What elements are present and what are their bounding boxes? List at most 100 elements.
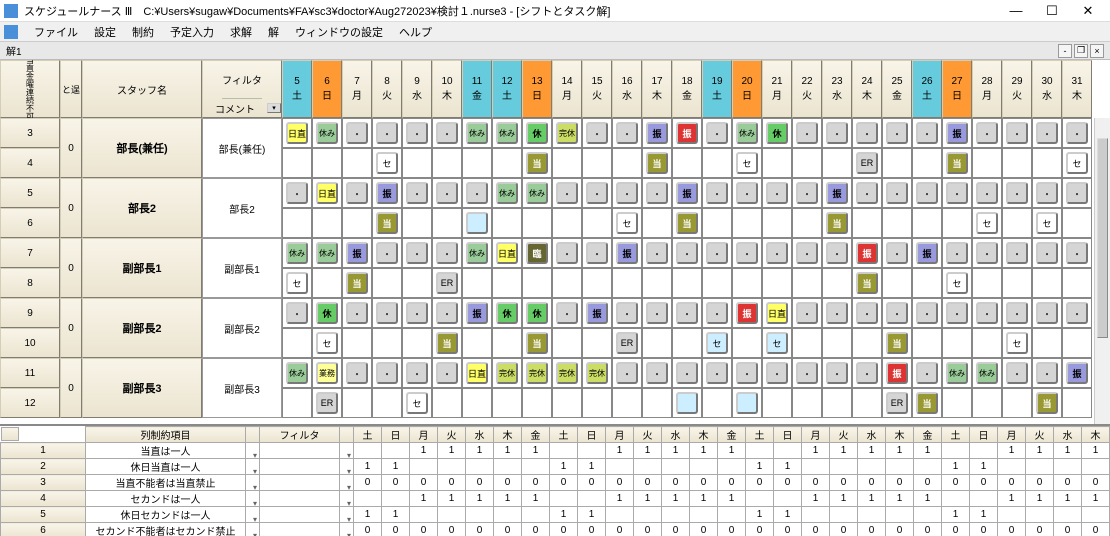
shift-0-0-12[interactable]: 振 (642, 118, 672, 148)
shift-0-0-11[interactable] (612, 118, 642, 148)
shift-4-1-26[interactable] (1062, 388, 1092, 418)
shift-0-1-11[interactable] (612, 148, 642, 178)
shift-1-0-1[interactable]: 日直 (312, 178, 342, 208)
shift-3-1-10[interactable] (582, 328, 612, 358)
constraint-2[interactable]: 休日当直は一人 (86, 459, 246, 475)
shift-2-0-13[interactable] (672, 238, 702, 268)
shift-4-1-16[interactable] (762, 388, 792, 418)
shift-1-1-8[interactable] (522, 208, 552, 238)
shift-2-0-18[interactable] (822, 238, 852, 268)
shift-2-1-21[interactable] (912, 268, 942, 298)
staff-filter-2[interactable]: 副部長1 (202, 238, 282, 298)
shift-2-1-25[interactable] (1032, 268, 1062, 298)
shift-2-0-19[interactable]: 振 (852, 238, 882, 268)
shift-2-0-4[interactable] (402, 238, 432, 268)
shift-3-0-13[interactable] (672, 298, 702, 328)
shift-4-1-11[interactable] (612, 388, 642, 418)
shift-0-1-14[interactable] (702, 148, 732, 178)
shift-2-1-24[interactable] (1002, 268, 1032, 298)
shift-1-1-9[interactable] (552, 208, 582, 238)
shift-4-0-20[interactable]: 振 (882, 358, 912, 388)
shift-4-1-13[interactable] (672, 388, 702, 418)
shift-1-1-1[interactable] (312, 208, 342, 238)
shift-1-1-25[interactable]: セ (1032, 208, 1062, 238)
shift-0-0-15[interactable]: 休み (732, 118, 762, 148)
shift-2-1-9[interactable] (552, 268, 582, 298)
shift-0-1-16[interactable] (762, 148, 792, 178)
shift-0-1-7[interactable] (492, 148, 522, 178)
day-header-7[interactable]: 7月 (342, 60, 372, 118)
shift-0-0-22[interactable]: 振 (942, 118, 972, 148)
shift-4-1-7[interactable] (492, 388, 522, 418)
shift-1-0-16[interactable] (762, 178, 792, 208)
shift-2-0-26[interactable] (1062, 238, 1092, 268)
menu-解[interactable]: 解 (260, 24, 287, 40)
shift-0-0-4[interactable] (402, 118, 432, 148)
shift-0-0-14[interactable] (702, 118, 732, 148)
shift-3-1-2[interactable] (342, 328, 372, 358)
day-header-5[interactable]: 5土 (282, 60, 312, 118)
shift-0-1-18[interactable] (822, 148, 852, 178)
shift-0-1-12[interactable]: 当 (642, 148, 672, 178)
shift-1-1-15[interactable] (732, 208, 762, 238)
shift-2-0-6[interactable]: 休み (462, 238, 492, 268)
shift-2-1-0[interactable]: セ (282, 268, 312, 298)
shift-2-0-22[interactable] (942, 238, 972, 268)
shift-0-1-6[interactable] (462, 148, 492, 178)
shift-0-0-1[interactable]: 休み (312, 118, 342, 148)
shift-0-1-19[interactable]: ER (852, 148, 882, 178)
shift-1-0-9[interactable] (552, 178, 582, 208)
shift-4-0-8[interactable]: 完休 (522, 358, 552, 388)
shift-2-1-8[interactable] (522, 268, 552, 298)
shift-3-1-17[interactable] (792, 328, 822, 358)
shift-0-0-26[interactable] (1062, 118, 1092, 148)
shift-4-1-25[interactable]: 当 (1032, 388, 1062, 418)
shift-4-1-9[interactable] (552, 388, 582, 418)
shift-0-1-8[interactable]: 当 (522, 148, 552, 178)
shift-4-1-23[interactable] (972, 388, 1002, 418)
shift-2-0-24[interactable] (1002, 238, 1032, 268)
shift-1-1-18[interactable]: 当 (822, 208, 852, 238)
staff-name-2[interactable]: 副部長1 (82, 238, 202, 298)
day-header-19[interactable]: 19土 (702, 60, 732, 118)
day-header-22[interactable]: 22火 (792, 60, 822, 118)
shift-2-1-23[interactable] (972, 268, 1002, 298)
shift-3-0-14[interactable] (702, 298, 732, 328)
shift-3-0-26[interactable] (1062, 298, 1092, 328)
shift-3-0-7[interactable]: 休 (492, 298, 522, 328)
day-header-17[interactable]: 17木 (642, 60, 672, 118)
shift-2-1-11[interactable] (612, 268, 642, 298)
shift-0-0-0[interactable]: 日直 (282, 118, 312, 148)
day-header-15[interactable]: 15火 (582, 60, 612, 118)
shift-4-1-5[interactable] (432, 388, 462, 418)
shift-2-0-15[interactable] (732, 238, 762, 268)
shift-0-1-15[interactable]: セ (732, 148, 762, 178)
shift-0-0-21[interactable] (912, 118, 942, 148)
shift-4-1-2[interactable] (342, 388, 372, 418)
shift-4-0-9[interactable]: 完休 (552, 358, 582, 388)
shift-1-1-19[interactable] (852, 208, 882, 238)
shift-0-1-24[interactable] (1002, 148, 1032, 178)
shift-3-1-15[interactable] (732, 328, 762, 358)
shift-0-1-26[interactable]: セ (1062, 148, 1092, 178)
day-header-31[interactable]: 31木 (1062, 60, 1092, 118)
day-header-20[interactable]: 20日 (732, 60, 762, 118)
shift-2-1-3[interactable] (372, 268, 402, 298)
shift-3-0-6[interactable]: 振 (462, 298, 492, 328)
shift-1-0-13[interactable]: 振 (672, 178, 702, 208)
shift-3-1-16[interactable]: セ (762, 328, 792, 358)
tab-label[interactable]: 解1 (6, 43, 22, 58)
shift-0-0-20[interactable] (882, 118, 912, 148)
staff-filter-4[interactable]: 副部長3 (202, 358, 282, 418)
shift-1-0-15[interactable] (732, 178, 762, 208)
shift-3-0-21[interactable] (912, 298, 942, 328)
shift-4-1-10[interactable] (582, 388, 612, 418)
day-header-23[interactable]: 23水 (822, 60, 852, 118)
shift-2-1-2[interactable]: 当 (342, 268, 372, 298)
shift-1-1-2[interactable] (342, 208, 372, 238)
menu-求解[interactable]: 求解 (222, 24, 260, 40)
shift-4-0-10[interactable]: 完休 (582, 358, 612, 388)
shift-1-0-26[interactable] (1062, 178, 1092, 208)
minimize-button[interactable]: — (998, 1, 1034, 21)
shift-3-0-12[interactable] (642, 298, 672, 328)
